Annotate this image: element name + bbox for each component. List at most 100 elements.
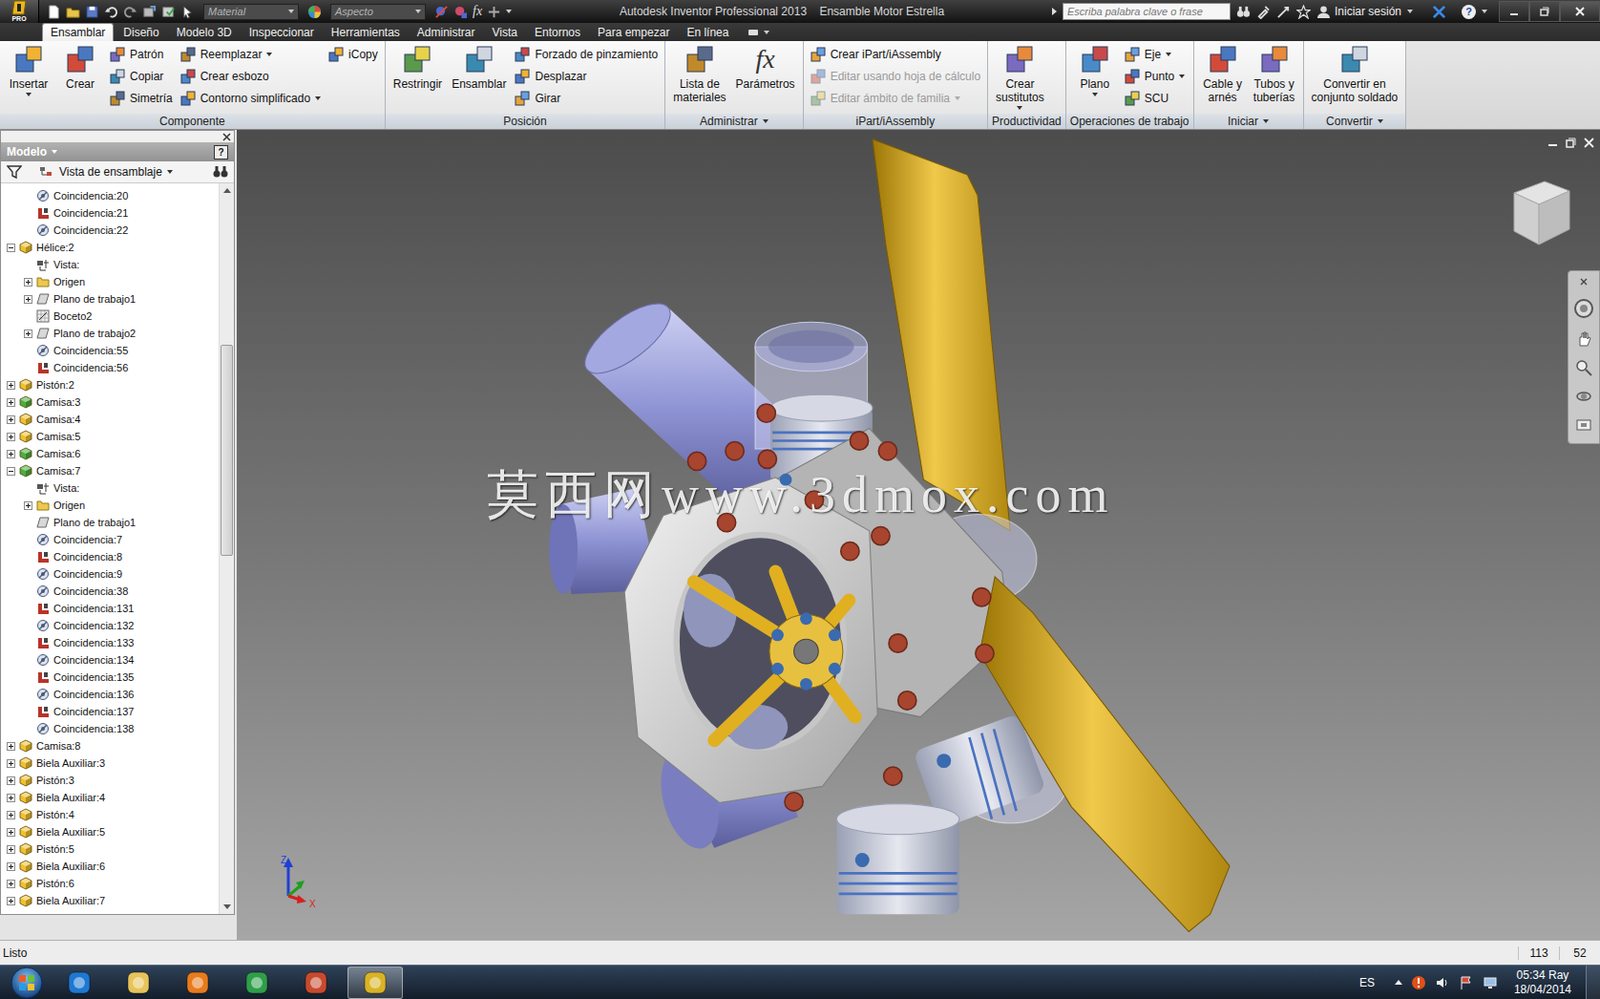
tree-item[interactable]: Coincidencia:8 [0,547,219,566]
tree-item[interactable]: Hélice:2 [0,238,219,256]
return-icon[interactable] [142,4,157,20]
tree-item[interactable]: Pistón:4 [0,805,219,823]
tree-item[interactable]: Coincidencia:55 [0,341,219,359]
expand-toggle[interactable] [6,449,16,459]
favorites-star-icon[interactable] [1296,4,1311,20]
update-icon[interactable] [161,4,176,20]
expand-toggle[interactable] [6,827,16,837]
expand-toggle[interactable] [6,862,16,871]
ribbon-tab[interactable]: Vista [484,23,526,42]
tree-item[interactable]: Biela Auxiliar:4 [0,788,219,806]
tree-item[interactable]: Pistón:5 [0,840,219,858]
tree-item[interactable]: Coincidencia:133 [0,633,219,652]
ribbon-small-button[interactable]: SCU [1122,87,1187,109]
ribbon-large-button[interactable]: Plano [1071,43,1119,97]
new-icon[interactable] [46,4,62,20]
taskbar-app-button[interactable] [51,966,107,999]
tree-item[interactable]: Camisa:7 [0,462,219,480]
navbar-close-icon[interactable] [1578,276,1589,287]
adjust-appearance-icon[interactable] [453,4,468,20]
volume-icon[interactable] [1434,974,1451,990]
group-menu-arrow-icon[interactable] [1263,119,1269,124]
tree-item[interactable]: Origen [0,496,219,514]
tree-item[interactable]: Coincidencia:21 [0,204,219,222]
tree-item[interactable]: Camisa:8 [0,736,219,755]
crankcase-opening[interactable] [676,534,844,750]
language-indicator[interactable]: ES [1359,975,1375,990]
ribbon-small-button[interactable]: Copiar [107,65,175,87]
taskbar-app-button[interactable] [229,966,285,999]
ribbon-tab[interactable]: En línea [678,23,737,42]
ribbon-large-button[interactable]: Cable yarnés [1199,43,1247,105]
tree-item[interactable]: Plano de trabajo1 [0,290,219,308]
expand-toggle[interactable] [6,879,16,888]
ribbon-small-button[interactable]: Patrón [107,43,175,65]
ribbon-large-button[interactable]: fxParámetros [733,43,799,91]
scroll-down-button[interactable] [219,899,234,914]
tree-item[interactable]: Coincidencia:134 [0,651,219,669]
expand-toggle[interactable] [23,294,33,304]
expand-toggle[interactable] [6,466,16,476]
start-button-icon[interactable] [5,965,48,999]
select-icon[interactable] [180,4,195,20]
expand-toggle[interactable] [6,415,16,424]
find-binoculars-icon[interactable] [212,165,229,179]
close-browser-icon[interactable] [222,132,232,142]
expand-toggle[interactable] [6,398,16,407]
undo-icon[interactable] [104,4,119,20]
zoom-icon[interactable] [1575,358,1593,377]
tree-item[interactable]: Plano de trabajo1 [0,513,219,531]
help-button[interactable]: ? [1461,4,1476,20]
graphics-viewport[interactable]: 莫西网www.3dmox.comZX [236,129,1600,940]
tree-item[interactable]: Vista: [0,479,219,497]
browser-view-select[interactable]: Vista de ensamblaje [29,165,206,179]
ribbon-large-button[interactable]: Crear [56,43,105,91]
group-menu-arrow-icon[interactable] [762,119,769,124]
sign-in-menu-icon[interactable] [1407,9,1413,14]
scroll-thumb[interactable] [220,344,233,556]
ribbon-small-button[interactable]: Punto [1122,65,1187,87]
appearance-field[interactable]: Aspecto [330,3,426,21]
ribbon-small-button[interactable]: Editar ámbito de familia [808,87,983,109]
tree-item[interactable]: Biela Auxiliar:5 [0,822,219,841]
expand-toggle[interactable] [6,741,16,751]
ribbon-tab[interactable]: Herramientas [323,23,408,42]
sign-in-button[interactable]: Iniciar sesión [1334,4,1402,19]
expand-toggle[interactable] [23,277,33,287]
clock[interactable]: 05:34 Ray18/04/2014 [1506,968,1578,997]
expand-toggle[interactable] [6,793,16,802]
ribbon-display-toggle[interactable] [737,27,779,42]
group-menu-arrow-icon[interactable] [1377,119,1384,124]
browser-help-button[interactable]: ? [213,145,229,160]
expand-toggle[interactable] [6,432,16,442]
ribbon-tab[interactable]: Inspeccionar [241,23,322,42]
browser-header[interactable]: Modelo? [0,142,234,162]
expand-toggle[interactable] [6,844,16,854]
expand-toggle[interactable] [23,329,33,338]
tree-item[interactable]: Coincidencia:137 [0,702,219,720]
tree-item[interactable]: Camisa:4 [0,410,219,428]
expand-toggle[interactable] [6,758,16,768]
tree-item[interactable]: Camisa:6 [0,444,219,463]
ribbon-small-button[interactable]: Crear iPart/iAssembly [808,43,983,65]
scroll-up-button[interactable] [219,183,234,198]
tree-item[interactable]: Coincidencia:132 [0,616,219,634]
scroll-track[interactable] [219,197,234,900]
ribbon-tab[interactable]: Administrar [409,23,484,42]
communication-icon[interactable] [1276,4,1291,20]
help-menu-icon[interactable] [1481,9,1488,14]
expand-toggle[interactable] [6,776,16,785]
tree-item[interactable]: Coincidencia:136 [0,685,219,703]
connecting-rods[interactable] [694,571,856,741]
ribbon-large-button[interactable]: Restringir [390,43,445,91]
save-icon[interactable] [84,4,100,20]
ribbon-small-button[interactable]: Forzado de pinzamiento [512,43,660,65]
action-center-flag-icon[interactable] [1458,974,1474,990]
steering-wheel-icon[interactable] [1573,297,1595,319]
ribbon-small-button[interactable]: iCopy [326,43,380,65]
taskbar-app-button[interactable] [169,966,226,999]
network-icon[interactable] [1482,974,1498,990]
ribbon-small-button[interactable]: Simetría [107,87,175,109]
material-field[interactable]: Material [203,3,299,21]
tree-item[interactable]: Coincidencia:131 [0,599,219,617]
